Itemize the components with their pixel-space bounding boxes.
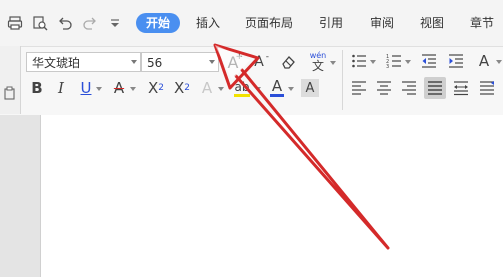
font-color-button[interactable]: A xyxy=(268,78,286,98)
menu-bar: 开始 插入 页面布局 引用 审阅 视图 章节 xyxy=(0,0,503,46)
chevron-down-icon[interactable] xyxy=(255,87,261,91)
decrease-indent-icon xyxy=(422,54,436,68)
chevron-down-icon[interactable] xyxy=(496,60,502,64)
tab-review[interactable]: 审阅 xyxy=(370,13,394,33)
bullet-list-icon xyxy=(352,54,366,68)
chevron-down-icon[interactable] xyxy=(405,60,411,64)
print-icon[interactable] xyxy=(6,14,24,32)
align-left-icon xyxy=(352,81,366,95)
align-center-button[interactable] xyxy=(375,79,393,97)
print-preview-icon[interactable] xyxy=(31,14,49,32)
paste-icon[interactable] xyxy=(3,86,17,100)
paragraph-settings-button[interactable] xyxy=(478,79,496,97)
customize-dropdown-icon[interactable] xyxy=(106,14,124,32)
font-family-value: 华文琥珀 xyxy=(32,56,81,70)
superscript-button[interactable]: X2 xyxy=(144,78,168,98)
group-separator xyxy=(342,50,343,110)
bold-button[interactable]: B xyxy=(28,78,46,98)
chevron-down-icon xyxy=(131,60,137,64)
align-center-icon xyxy=(377,81,391,95)
font-size-value: 56 xyxy=(147,56,163,70)
increase-indent-button[interactable] xyxy=(447,52,465,70)
undo-icon[interactable] xyxy=(56,14,74,32)
increase-indent-icon xyxy=(449,54,463,68)
eraser-icon xyxy=(282,56,295,69)
tab-references[interactable]: 引用 xyxy=(319,13,343,33)
font-family-select[interactable]: 华文琥珀 xyxy=(26,52,141,72)
tab-chapter[interactable]: 章节 xyxy=(470,13,494,33)
bullets-button[interactable] xyxy=(350,52,368,70)
chevron-down-icon[interactable] xyxy=(96,87,102,91)
align-right-icon xyxy=(402,81,416,95)
font-size-select[interactable]: 56 xyxy=(141,52,219,72)
tab-view[interactable]: 视图 xyxy=(420,13,444,33)
distributed-icon xyxy=(454,81,468,96)
shrink-font-button[interactable]: A- xyxy=(249,51,269,73)
tab-insert[interactable]: 插入 xyxy=(196,13,220,33)
justify-icon xyxy=(428,81,442,95)
clipboard-group-edge xyxy=(0,46,21,114)
distributed-button[interactable] xyxy=(452,79,470,97)
text-effect-button[interactable]: A xyxy=(198,78,216,98)
more-text-button[interactable]: A xyxy=(474,51,494,71)
redo-icon[interactable] xyxy=(81,14,99,32)
justify-button[interactable] xyxy=(424,77,446,99)
phonetic-guide-button[interactable]: wén 文 xyxy=(305,49,331,75)
paragraph-icon xyxy=(480,81,494,95)
tab-page-layout[interactable]: 页面布局 xyxy=(245,13,293,33)
strikethrough-button[interactable]: A xyxy=(110,78,128,98)
chevron-down-icon[interactable] xyxy=(370,60,376,64)
chevron-down-icon xyxy=(209,60,215,64)
numbering-button[interactable]: 123 xyxy=(385,52,403,70)
align-left-button[interactable] xyxy=(350,79,368,97)
chevron-down-icon[interactable] xyxy=(288,87,294,91)
highlight-button[interactable]: ab xyxy=(232,78,252,98)
grow-font-button[interactable]: A + xyxy=(223,51,243,73)
svg-text:3: 3 xyxy=(386,64,389,69)
clear-format-button[interactable] xyxy=(277,51,299,73)
underline-button[interactable]: U xyxy=(77,78,95,98)
document-page[interactable] xyxy=(40,115,503,277)
chevron-down-icon[interactable] xyxy=(130,87,136,91)
decrease-indent-button[interactable] xyxy=(420,52,438,70)
chevron-down-icon[interactable] xyxy=(330,61,336,65)
subscript-button[interactable]: X2 xyxy=(170,78,194,98)
tab-home[interactable]: 开始 xyxy=(136,13,181,33)
italic-button[interactable]: I xyxy=(52,78,70,98)
chevron-down-icon[interactable] xyxy=(218,87,224,91)
character-shading-button[interactable]: A xyxy=(301,79,319,97)
numbered-list-icon: 123 xyxy=(386,54,401,69)
shrink-font-icon: A xyxy=(254,54,264,70)
align-right-button[interactable] xyxy=(400,79,418,97)
